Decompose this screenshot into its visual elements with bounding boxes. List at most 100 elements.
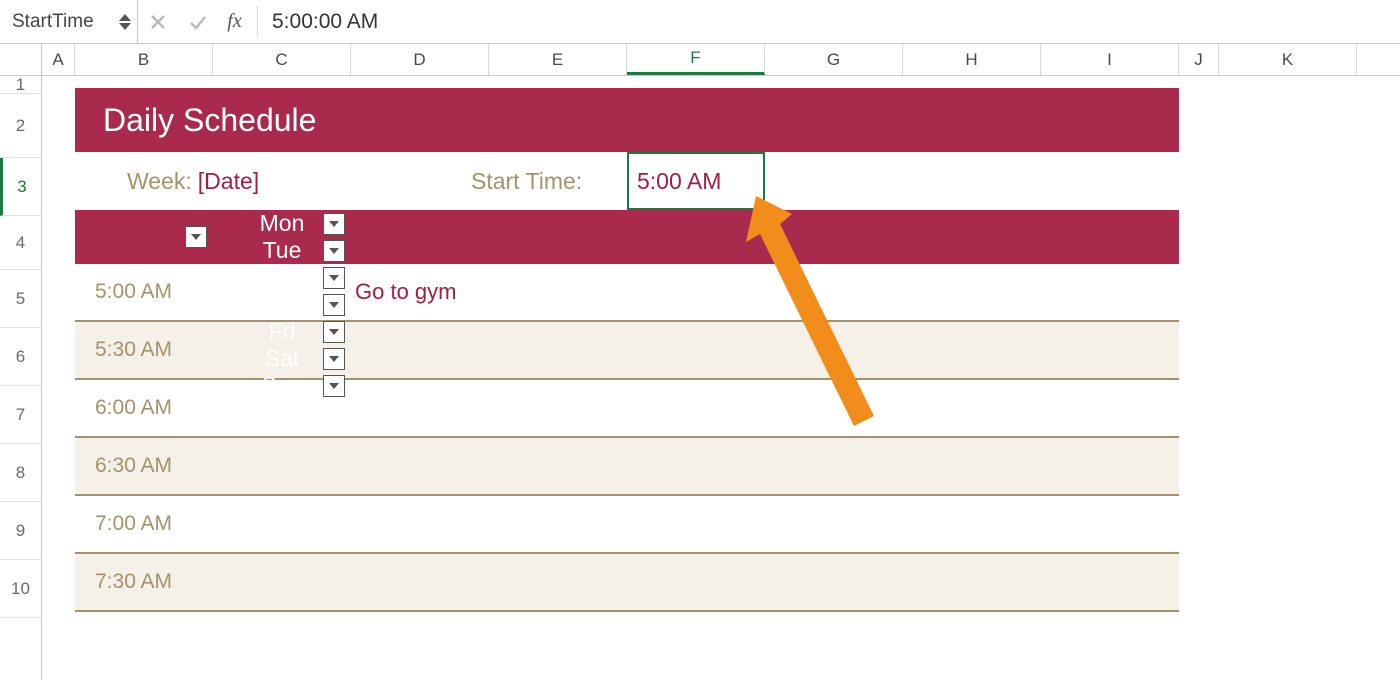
timeslot-label: 5:30 AM: [75, 322, 213, 378]
chevron-down-icon[interactable]: [119, 23, 131, 30]
row-header-1[interactable]: 1: [0, 76, 41, 94]
chevron-down-icon: [329, 383, 339, 389]
row-header-7[interactable]: 7: [0, 386, 41, 444]
schedule-cell[interactable]: [903, 438, 1041, 494]
schedule-cell[interactable]: [627, 380, 765, 436]
column-header-i[interactable]: I: [1041, 44, 1179, 75]
filter-button-time[interactable]: [185, 226, 207, 248]
column-header-c[interactable]: C: [213, 44, 351, 75]
schedule-cell[interactable]: [213, 496, 351, 552]
schedule-cell[interactable]: [351, 380, 489, 436]
timeslot-label: 6:30 AM: [75, 438, 213, 494]
schedule-cell[interactable]: [1041, 496, 1179, 552]
schedule-cell[interactable]: [903, 496, 1041, 552]
formula-bar-value[interactable]: 5:00:00 AM: [258, 10, 378, 34]
schedule-cell[interactable]: [765, 554, 903, 610]
day-header-label: Thu: [262, 291, 302, 318]
column-header-g[interactable]: G: [765, 44, 903, 75]
row-header-9[interactable]: 9: [0, 502, 41, 560]
schedule-cell[interactable]: [627, 496, 765, 552]
start-time-cell-selected[interactable]: 5:00 AM: [627, 152, 765, 210]
filter-button-sat[interactable]: [323, 348, 345, 370]
chevron-up-icon[interactable]: [119, 14, 131, 21]
chevron-down-icon: [329, 221, 339, 227]
schedule-cell[interactable]: [903, 264, 1041, 320]
schedule-cell[interactable]: [627, 438, 765, 494]
schedule-cell[interactable]: [351, 438, 489, 494]
schedule-cell[interactable]: [1041, 380, 1179, 436]
filter-button-wed[interactable]: [323, 267, 345, 289]
schedule-cell[interactable]: [351, 496, 489, 552]
daily-schedule: Daily Schedule Week: [Date] Start Time: …: [75, 88, 1179, 612]
schedule-cell[interactable]: [765, 380, 903, 436]
cancel-formula-button[interactable]: [138, 12, 178, 32]
chevron-down-icon: [329, 329, 339, 335]
close-icon: [148, 12, 168, 32]
schedule-cell[interactable]: [903, 322, 1041, 378]
filter-button-tue[interactable]: [323, 240, 345, 262]
start-time-label: Start Time:: [471, 168, 582, 195]
checkmark-icon: [188, 12, 208, 32]
schedule-cell[interactable]: [627, 264, 765, 320]
column-header-e[interactable]: E: [489, 44, 627, 75]
schedule-cell[interactable]: [489, 438, 627, 494]
day-header-label: Sun: [262, 372, 303, 399]
name-box-stepper[interactable]: [119, 14, 131, 30]
confirm-formula-button[interactable]: [178, 12, 218, 32]
column-header-l[interactable]: L: [1357, 44, 1400, 75]
column-header-a[interactable]: A: [42, 44, 75, 75]
schedule-cell[interactable]: [489, 380, 627, 436]
day-header-tue: Tue: [213, 237, 351, 264]
schedule-cell[interactable]: [213, 438, 351, 494]
column-header-k[interactable]: K: [1219, 44, 1357, 75]
column-header-j[interactable]: J: [1179, 44, 1219, 75]
row-header-2[interactable]: 2: [0, 94, 41, 158]
schedule-cell[interactable]: [351, 322, 489, 378]
schedule-cell[interactable]: [765, 322, 903, 378]
fx-button[interactable]: fx: [218, 6, 258, 36]
filter-button-mon[interactable]: [323, 213, 345, 235]
column-header-h[interactable]: H: [903, 44, 1041, 75]
schedule-cell[interactable]: [489, 322, 627, 378]
cells-area[interactable]: Daily Schedule Week: [Date] Start Time: …: [42, 76, 1400, 680]
schedule-cell[interactable]: [489, 496, 627, 552]
week-value[interactable]: [Date]: [192, 168, 259, 195]
schedule-cell[interactable]: [627, 322, 765, 378]
day-header-mon: Mon: [213, 210, 351, 237]
filter-button-fri[interactable]: [323, 321, 345, 343]
schedule-cell[interactable]: [213, 554, 351, 610]
formula-bar: StartTime fx 5:00:00 AM: [0, 0, 1400, 44]
chevron-down-icon: [191, 234, 201, 240]
schedule-cell[interactable]: [765, 264, 903, 320]
row-header-3[interactable]: 3: [0, 158, 41, 216]
filter-button-thu[interactable]: [323, 294, 345, 316]
row-header-5[interactable]: 5: [0, 270, 41, 328]
chevron-down-icon: [329, 302, 339, 308]
schedule-cell[interactable]: [903, 554, 1041, 610]
column-header-f[interactable]: F: [627, 44, 765, 75]
schedule-cell[interactable]: Go to gym: [351, 264, 489, 320]
row-header-4[interactable]: 4: [0, 216, 41, 270]
column-header-d[interactable]: D: [351, 44, 489, 75]
name-box-value: StartTime: [12, 11, 94, 33]
column-header-b[interactable]: B: [75, 44, 213, 75]
schedule-cell[interactable]: [627, 554, 765, 610]
schedule-cell[interactable]: [1041, 264, 1179, 320]
select-all-corner[interactable]: [0, 44, 42, 75]
schedule-cell[interactable]: [351, 554, 489, 610]
schedule-cell[interactable]: [765, 496, 903, 552]
row-header-8[interactable]: 8: [0, 444, 41, 502]
name-box[interactable]: StartTime: [0, 0, 138, 43]
schedule-cell[interactable]: [1041, 438, 1179, 494]
row-header-10[interactable]: 10: [0, 560, 41, 618]
day-header-sun: Sun: [213, 372, 351, 399]
schedule-cell[interactable]: [1041, 322, 1179, 378]
fx-label: fx: [227, 10, 241, 33]
schedule-cell[interactable]: [489, 554, 627, 610]
schedule-cell[interactable]: [765, 438, 903, 494]
schedule-cell[interactable]: [903, 380, 1041, 436]
filter-button-sun[interactable]: [323, 375, 345, 397]
schedule-cell[interactable]: [1041, 554, 1179, 610]
schedule-cell[interactable]: [489, 264, 627, 320]
row-header-6[interactable]: 6: [0, 328, 41, 386]
